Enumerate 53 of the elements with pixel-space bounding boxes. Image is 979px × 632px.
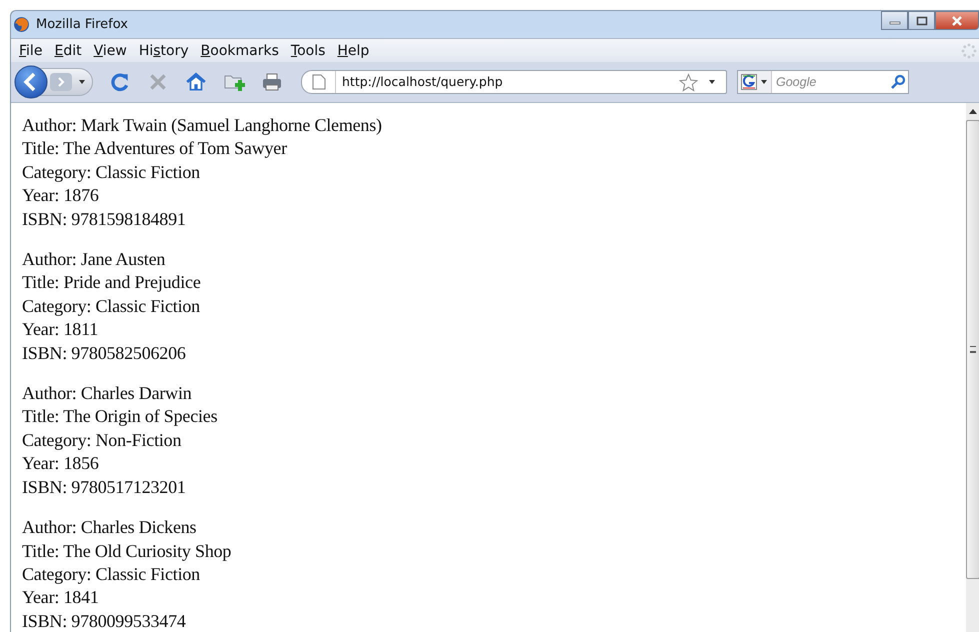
search-icon[interactable] bbox=[890, 74, 906, 90]
address-bar[interactable]: http://localhost/query.php bbox=[301, 70, 727, 94]
dropdown-icon[interactable] bbox=[760, 79, 768, 85]
record-line: Author: Charles Dickens bbox=[22, 516, 198, 540]
record-line: Author: Jane Austen bbox=[22, 248, 166, 272]
maximize-button[interactable] bbox=[908, 11, 935, 30]
minimize-button[interactable] bbox=[881, 11, 908, 30]
record-line: Category: Classic Fiction bbox=[22, 160, 201, 184]
dropdown-icon[interactable] bbox=[78, 79, 86, 85]
scroll-up-icon[interactable] bbox=[968, 109, 976, 114]
scroll-thumb[interactable] bbox=[966, 120, 979, 579]
window-title: Mozilla Firefox bbox=[36, 17, 128, 32]
menu-item[interactable]: History bbox=[132, 42, 195, 58]
record-line: Category: Classic Fiction bbox=[22, 562, 201, 586]
menu-item[interactable]: File bbox=[13, 42, 48, 58]
close-icon[interactable] bbox=[951, 16, 963, 26]
menu-item[interactable]: View bbox=[88, 42, 133, 58]
record-line: Title: The Origin of Species bbox=[22, 405, 218, 428]
menu-item[interactable]: Bookmarks bbox=[194, 42, 285, 58]
record-line: Title: The Adventures of Tom Sawyer bbox=[22, 137, 288, 160]
maximize-icon[interactable] bbox=[916, 16, 928, 26]
star-icon[interactable] bbox=[679, 72, 698, 92]
record-line: Category: Non-Fiction bbox=[22, 428, 182, 452]
home-icon[interactable] bbox=[185, 71, 207, 93]
dropdown-icon[interactable] bbox=[708, 79, 716, 85]
globe-icon bbox=[13, 16, 30, 33]
menu-item[interactable]: Tools bbox=[284, 42, 332, 58]
close-button[interactable] bbox=[935, 11, 979, 30]
search-engine-icon[interactable] bbox=[741, 74, 757, 90]
loading-icon bbox=[961, 42, 977, 58]
record-line: Year: 1841 bbox=[22, 586, 100, 610]
scrollbar[interactable] bbox=[966, 103, 979, 632]
record-line: ISBN: 9780517123201 bbox=[22, 476, 187, 499]
menu-item[interactable]: Edit bbox=[48, 42, 88, 58]
record-line: Author: Mark Twain (Samuel Langhorne Clemens) bbox=[22, 114, 383, 137]
record-line: ISBN: 9781598184891 bbox=[22, 208, 187, 231]
record-line: ISBN: 9780582506206 bbox=[22, 342, 187, 365]
search-field[interactable]: Google bbox=[772, 74, 878, 90]
printer-icon[interactable] bbox=[261, 71, 283, 93]
record-line: Author: Charles Darwin bbox=[22, 382, 193, 406]
menu-item[interactable]: Help bbox=[331, 42, 376, 58]
record-line: Title: Pride and Prejudice bbox=[22, 271, 202, 294]
record-line: ISBN: 9780099533474 bbox=[22, 610, 187, 632]
record-line: Category: Classic Fiction bbox=[22, 294, 201, 318]
record-line: Year: 1811 bbox=[22, 318, 100, 342]
reload-icon[interactable] bbox=[109, 71, 131, 93]
search-bar[interactable]: Google bbox=[737, 70, 909, 94]
record-line: Year: 1876 bbox=[22, 184, 100, 208]
back-button[interactable] bbox=[14, 65, 48, 99]
record-line: Title: The Old Curiosity Shop bbox=[22, 540, 232, 563]
record-line: Year: 1856 bbox=[22, 452, 100, 476]
page-icon bbox=[312, 74, 326, 90]
url-text: http://localhost/query.php bbox=[335, 71, 503, 93]
